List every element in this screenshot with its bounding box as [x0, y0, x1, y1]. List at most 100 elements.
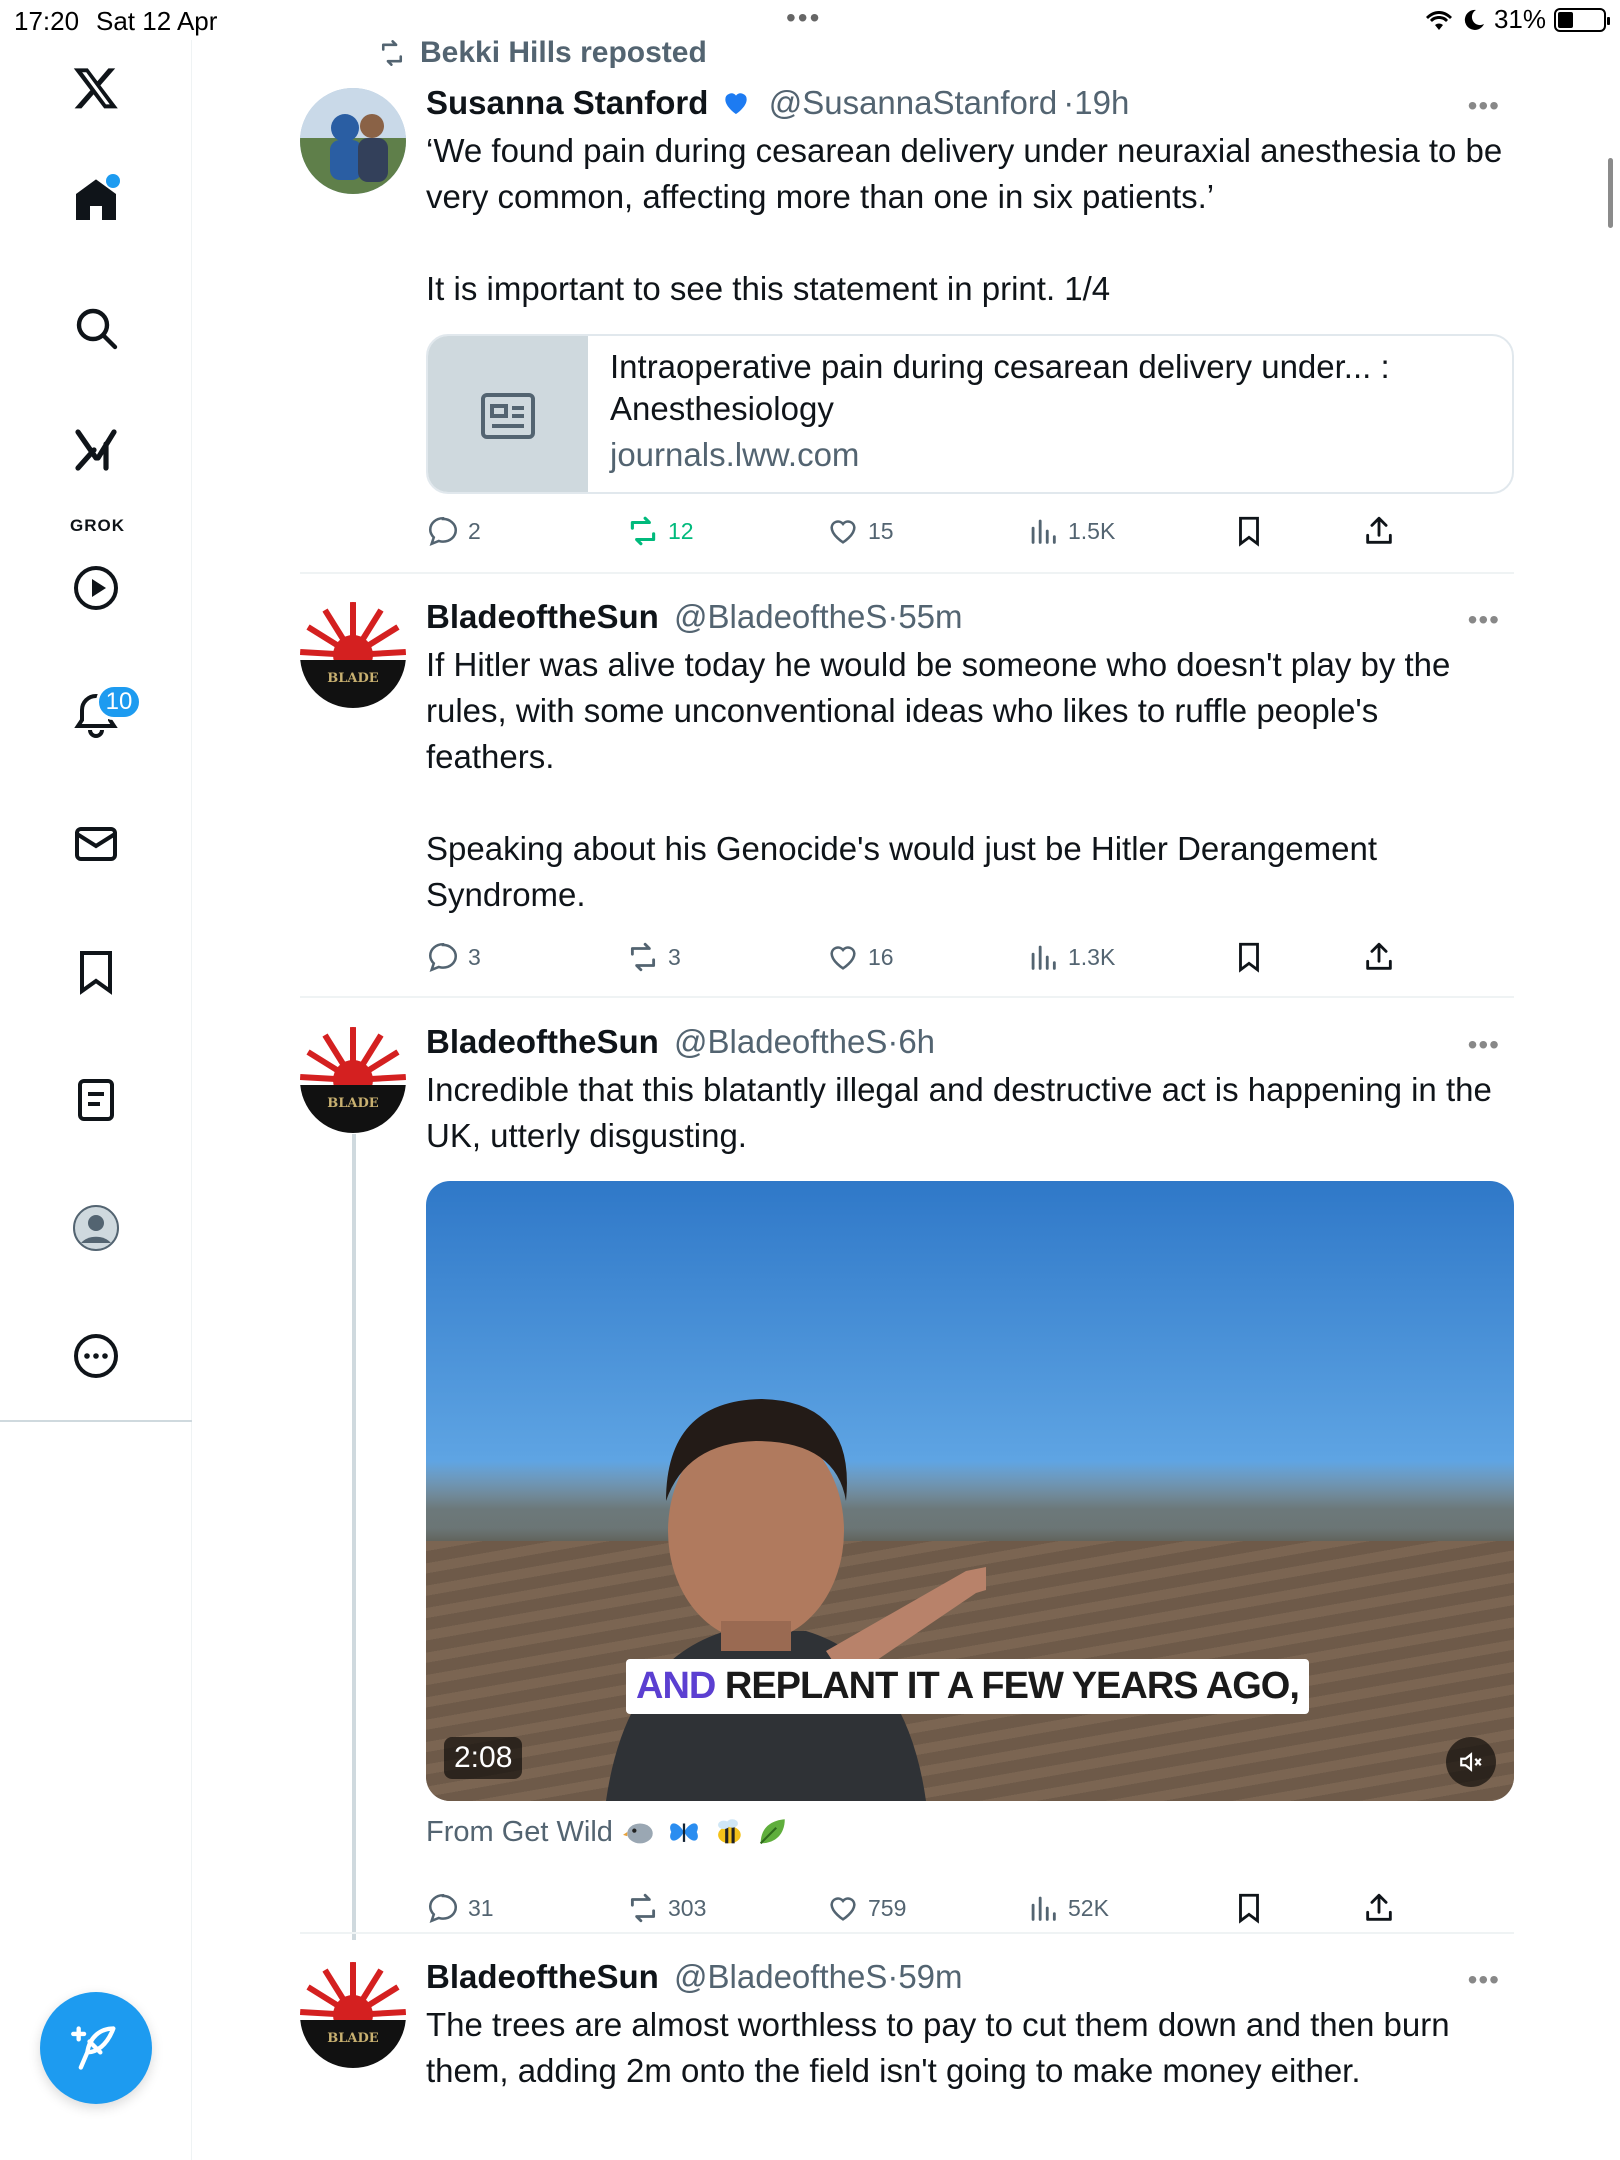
author-handle[interactable]: @BladeoftheS	[674, 1023, 887, 1060]
video-caption: AND REPLANT IT A FEW YEARS AGO,	[626, 1659, 1309, 1714]
views-button[interactable]: 52K	[1026, 1891, 1109, 1925]
reply-icon	[428, 1893, 458, 1923]
blue-heart-icon	[724, 93, 747, 114]
more-options-icon[interactable]: •••	[1468, 1029, 1500, 1061]
more-circle-icon[interactable]	[66, 1326, 126, 1386]
tweet-divider	[300, 1932, 1514, 1934]
status-icons: 31%	[1424, 4, 1610, 35]
avatar[interactable]: BLADE	[300, 1962, 406, 2068]
tweet-card[interactable]: BLADE BladeoftheSun @BladeoftheS·6h ••• …	[300, 1023, 1514, 1924]
more-options-icon[interactable]: •••	[1468, 1964, 1500, 1996]
lists-icon[interactable]	[66, 1070, 126, 1130]
tweet-actions: 2 12 15 1.5K	[426, 514, 1426, 554]
bookmark-button[interactable]	[1232, 514, 1266, 548]
bookmark-button[interactable]	[1232, 1891, 1266, 1925]
video-player[interactable]: AND REPLANT IT A FEW YEARS AGO, 2:08	[426, 1181, 1514, 1801]
video-duration: 2:08	[444, 1737, 523, 1779]
reply-icon	[428, 942, 458, 972]
author-name[interactable]: BladeoftheSun	[426, 598, 659, 635]
multitasking-dots[interactable]: •••	[786, 2, 821, 34]
tweet-card[interactable]: BLADE BladeoftheSun @BladeoftheS·55m •••…	[300, 598, 1514, 994]
view-count: 1.5K	[1068, 517, 1116, 544]
mute-toggle[interactable]	[1446, 1737, 1496, 1787]
views-chart-icon	[1031, 945, 1056, 970]
more-options-icon[interactable]: •••	[1468, 604, 1500, 636]
reply-count: 2	[468, 517, 481, 544]
search-icon[interactable]	[66, 298, 126, 358]
author-handle[interactable]: @SusannaStanford	[769, 84, 1058, 121]
tweet-actions: 31 303 759 52K	[426, 1891, 1426, 1931]
bookmarks-icon[interactable]	[66, 942, 126, 1002]
grok-icon[interactable]	[66, 420, 126, 480]
article-placeholder-icon	[428, 336, 588, 492]
avatar[interactable]	[300, 88, 406, 194]
like-count: 15	[868, 517, 894, 544]
view-count: 1.3K	[1068, 943, 1116, 970]
heart-icon	[830, 946, 856, 970]
tweet-divider	[300, 996, 1514, 998]
repost-icon	[630, 942, 656, 972]
avatar[interactable]: BLADE	[300, 602, 406, 708]
home-unread-dot	[106, 174, 120, 188]
reply-button[interactable]: 31	[426, 1891, 494, 1925]
notification-count-badge: 10	[96, 684, 142, 720]
like-button[interactable]: 16	[826, 940, 894, 974]
tweet-time[interactable]: 19h	[1074, 84, 1129, 121]
heart-icon	[830, 1897, 856, 1921]
link-card-domain: journals.lww.com	[610, 436, 860, 473]
profile-avatar-icon[interactable]	[66, 1198, 126, 1258]
scrollbar-thumb[interactable]	[1608, 158, 1613, 228]
tweet-text: ‘We found pain during cesarean delivery …	[426, 132, 1503, 307]
x-logo-icon[interactable]	[66, 58, 126, 118]
video-thumbnail-person	[606, 1399, 986, 1801]
like-button[interactable]: 759	[826, 1891, 906, 1925]
tweet-time[interactable]: 6h	[898, 1023, 935, 1060]
compose-post-button[interactable]	[40, 1992, 152, 2104]
author-handle[interactable]: @BladeoftheS	[674, 1958, 887, 1995]
share-button[interactable]	[1362, 940, 1396, 974]
bird-emoji-icon	[622, 1823, 653, 1844]
link-card[interactable]: Intraoperative pain during cesarean deli…	[426, 334, 1514, 494]
share-button[interactable]	[1362, 1891, 1396, 1925]
share-button[interactable]	[1362, 514, 1396, 548]
avatar[interactable]: BLADE	[300, 1027, 406, 1133]
video-source-attribution[interactable]: From Get Wild	[426, 1815, 789, 1849]
repost-label: Bekki Hills reposted	[420, 36, 707, 69]
tweet-text: Incredible that this blatantly illegal a…	[426, 1071, 1502, 1154]
author-name[interactable]: BladeoftheSun	[426, 1023, 659, 1060]
svg-text:BLADE: BLADE	[327, 1096, 378, 1111]
views-button[interactable]: 1.3K	[1026, 940, 1115, 974]
compose-feather-icon	[71, 2026, 116, 2070]
reply-button[interactable]: 2	[426, 514, 481, 548]
messages-envelope-icon[interactable]	[66, 814, 126, 874]
repost-button[interactable]: 3	[626, 940, 681, 974]
more-options-icon[interactable]: •••	[1468, 90, 1500, 122]
tweet-card[interactable]: BLADE BladeoftheSun @BladeoftheS·59m •••…	[300, 1958, 1514, 2160]
tweet-actions: 3 3 16 1.3K	[426, 940, 1426, 980]
reply-button[interactable]: 3	[426, 940, 481, 974]
tweet-divider	[300, 572, 1514, 574]
like-count: 759	[868, 1894, 907, 1921]
moon-icon	[1464, 9, 1484, 30]
author-name[interactable]: BladeoftheSun	[426, 1958, 659, 1995]
author-name[interactable]: Susanna Stanford	[426, 84, 708, 121]
view-count: 52K	[1068, 1894, 1109, 1921]
repost-count: 3	[668, 943, 681, 970]
repost-count: 303	[668, 1894, 707, 1921]
bookmark-button[interactable]	[1232, 940, 1266, 974]
video-icon[interactable]	[66, 558, 126, 618]
sidebar: GROK 10	[0, 40, 192, 2160]
tweet-card[interactable]: Susanna Stanford @SusannaStanford ·19h ••…	[300, 84, 1514, 574]
repost-button[interactable]: 303	[626, 1891, 706, 1925]
reply-icon	[428, 516, 458, 546]
status-bar: 17:20 Sat 12 Apr ••• 31%	[0, 0, 1620, 40]
reply-count: 3	[468, 943, 481, 970]
grok-label: GROK	[70, 516, 125, 535]
like-button[interactable]: 15	[826, 514, 894, 548]
repost-button[interactable]: 12	[626, 514, 694, 548]
views-chart-icon	[1031, 519, 1056, 544]
tweet-time[interactable]: 55m	[898, 598, 962, 635]
author-handle[interactable]: @BladeoftheS	[674, 598, 887, 635]
views-button[interactable]: 1.5K	[1026, 514, 1115, 548]
tweet-time[interactable]: 59m	[898, 1958, 962, 1995]
